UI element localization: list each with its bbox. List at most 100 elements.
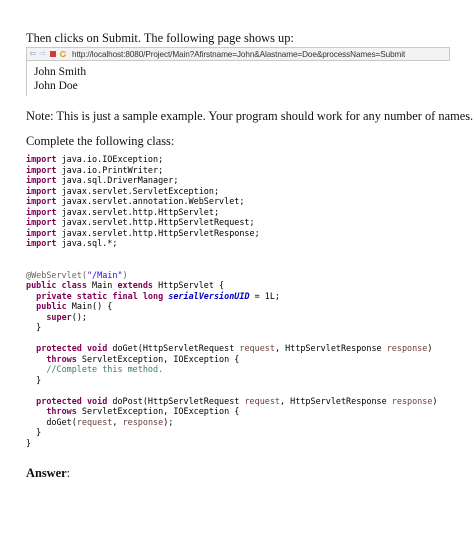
code-line: protected void doGet(HttpServletRequest … (26, 343, 432, 353)
code-token: //Complete this method. (46, 364, 164, 374)
code-line: //Complete this method. (26, 364, 163, 374)
import-keyword: import (26, 227, 57, 238)
import-path: java.io.IOException; (56, 154, 164, 164)
output-line: John Smith (34, 66, 87, 78)
import-line: import java.io.IOException; (26, 154, 163, 164)
code-line: @WebServlet("/Main") (26, 270, 128, 280)
import-line: import javax.servlet.http.HttpServletRes… (26, 228, 260, 238)
code-token: doPost(HttpServletRequest (112, 395, 245, 406)
code-token: , HttpServletResponse (274, 343, 387, 353)
code-token: throws (46, 406, 82, 416)
nav-buttons: ⇦ ⇨ (27, 50, 67, 58)
code-line: } (26, 375, 41, 385)
address-bar[interactable]: ⇦ ⇨ http://localhost:8080/Project/Main?A… (26, 47, 450, 61)
code-token: } (26, 427, 42, 437)
code-token: doGet( (46, 416, 77, 427)
code-line: } (26, 438, 31, 448)
import-line: import javax.servlet.http.HttpServletReq… (26, 217, 255, 227)
browser-output-screenshot: ⇦ ⇨ http://localhost:8080/Project/Main?A… (26, 47, 450, 96)
code-token: HttpServlet { (158, 280, 225, 290)
import-keyword: import (26, 196, 57, 206)
code-token: , (112, 416, 123, 427)
import-line: import java.sql.DriverManager; (26, 175, 178, 185)
code-line: doGet(request, response); (26, 417, 173, 427)
import-line: import java.sql.*; (26, 238, 117, 248)
output-line: John Doe (34, 80, 78, 92)
code-token: ) (427, 343, 433, 353)
import-keyword: import (26, 175, 57, 185)
code-line: super(); (26, 312, 87, 322)
code-token: throws (46, 353, 82, 364)
code-token: extends (117, 280, 159, 290)
import-keyword: import (26, 164, 57, 175)
code-token: serialVersionUID (168, 290, 250, 301)
forward-arrow-icon[interactable]: ⇨ (39, 50, 47, 58)
back-arrow-icon[interactable]: ⇦ (29, 50, 37, 58)
code-token: Main() { (71, 301, 113, 311)
import-path: javax.servlet.http.HttpServlet; (56, 206, 220, 217)
import-path: java.sql.DriverManager; (56, 175, 179, 185)
refresh-icon[interactable] (59, 50, 67, 58)
code-token: @WebServlet( (26, 269, 87, 280)
intro-text: Then clicks on Submit. The following pag… (26, 31, 294, 45)
code-token: super (46, 311, 72, 322)
import-path: javax.servlet.ServletException; (56, 185, 220, 196)
code-token: public (36, 301, 72, 311)
code-token: "/Main" (86, 269, 123, 280)
code-token: public class (26, 280, 93, 290)
code-token: private static final long (36, 290, 169, 301)
url-text[interactable]: http://localhost:8080/Project/Main?Afirs… (72, 50, 405, 59)
import-path: java.io.PrintWriter; (56, 164, 164, 175)
code-token: , HttpServletResponse (280, 395, 392, 406)
code-line: public class Main extends HttpServlet { (26, 280, 224, 290)
import-path: java.sql.*; (56, 238, 118, 248)
code-line: throws ServletException, IOException { (26, 354, 239, 364)
import-line: import javax.servlet.annotation.WebServl… (26, 196, 244, 206)
code-token: response (391, 395, 433, 406)
code-block: import java.io.IOException; import java.… (26, 154, 438, 448)
code-token: (); (71, 311, 87, 322)
code-line: private static final long serialVersionU… (26, 291, 280, 301)
code-line: } (26, 427, 41, 437)
code-token: request (244, 395, 281, 406)
browser-page-content: John Smith John Doe (26, 61, 450, 96)
code-line: protected void doPost(HttpServletRequest… (26, 395, 438, 406)
import-keyword: import (26, 217, 57, 227)
code-token: Main (92, 280, 118, 290)
import-path: javax.servlet.annotation.WebServlet; (56, 196, 245, 206)
import-keyword: import (26, 206, 57, 217)
note-text: Note: This is just a sample example. You… (26, 109, 474, 123)
code-token: protected void (36, 395, 113, 406)
import-keyword: import (26, 238, 57, 248)
code-token: } (26, 437, 32, 448)
answer-label: Answer: (26, 466, 70, 481)
stop-icon[interactable] (49, 50, 57, 58)
import-line: import java.io.PrintWriter; (26, 165, 163, 175)
code-token: ) (432, 395, 438, 406)
code-token: response (122, 416, 164, 427)
code-token: doGet(HttpServletRequest (112, 343, 240, 353)
code-token: ServletException, IOException { (81, 406, 240, 416)
code-token: response (386, 343, 428, 353)
import-path: javax.servlet.http.HttpServletRequest; (56, 217, 255, 227)
import-line: import javax.servlet.http.HttpServlet; (26, 207, 219, 217)
import-path: javax.servlet.http.HttpServletResponse; (56, 227, 260, 238)
import-keyword: import (26, 154, 57, 164)
code-token: } (26, 374, 42, 385)
imports-block: import java.io.IOException; import java.… (26, 154, 260, 248)
answer-label-text: Answer (26, 466, 67, 480)
instruction-text: Complete the following class: (26, 134, 175, 148)
code-token: protected void (36, 343, 113, 353)
answer-colon: : (66, 466, 71, 480)
code-token: ServletException, IOException { (81, 353, 240, 364)
import-keyword: import (26, 185, 57, 196)
code-token: request (76, 416, 113, 427)
